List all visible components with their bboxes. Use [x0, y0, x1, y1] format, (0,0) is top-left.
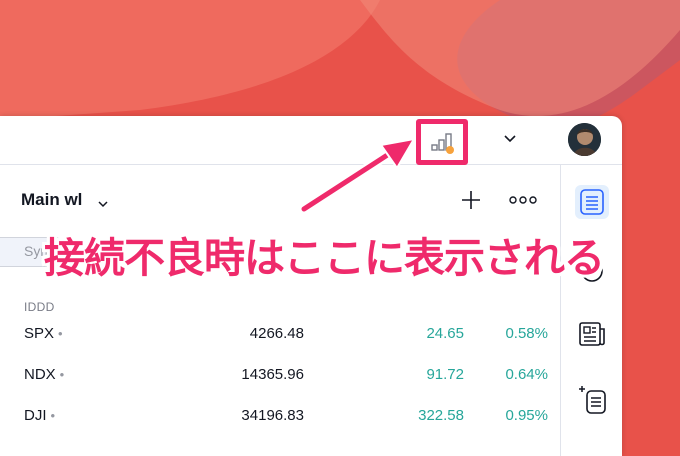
annotation-text: 接続不良時はここに表示される — [44, 234, 605, 282]
annotation-arrow — [299, 137, 416, 214]
